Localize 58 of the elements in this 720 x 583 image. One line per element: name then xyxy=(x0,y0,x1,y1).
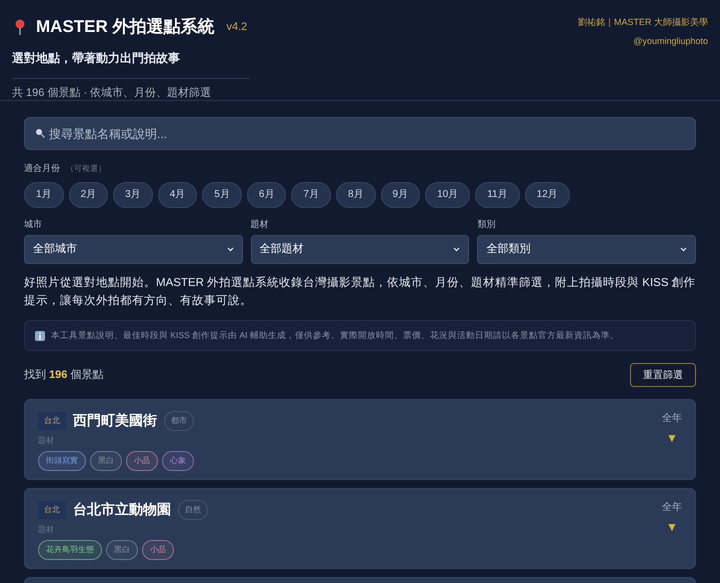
topic-tag: 黑白 xyxy=(106,540,138,560)
season-label: 全年 xyxy=(662,501,682,515)
reset-button[interactable]: 重置篩選 xyxy=(630,363,696,387)
season-label: 全年 xyxy=(662,412,682,426)
category-badge: 自然 xyxy=(178,500,208,520)
topic-tag: 黑白 xyxy=(90,451,122,471)
notice-text: 本工具景點說明、最佳時段與 KISS 創作提示由 AI 輔助生成，僅供參考。實際開放時間、票價、花況與活動日期請以各景點官方最新資訊為準。 xyxy=(51,329,619,342)
author-handle: @youmingliuphoto xyxy=(633,34,708,48)
topic-tag: 街頭寫實 xyxy=(38,451,86,471)
filter-select[interactable]: 全部類別 xyxy=(477,235,696,264)
topic-tag: 小品 xyxy=(142,540,174,560)
filter-label: 類別 xyxy=(477,218,496,230)
topic-tag: 心象 xyxy=(162,451,194,471)
months-label: 適合月份 xyxy=(24,162,60,175)
filter-label: 城市 xyxy=(24,218,43,230)
expand-toggle[interactable]: ▼ xyxy=(666,429,678,447)
topic-label: 題材 xyxy=(38,435,55,447)
category-badge: 都市 xyxy=(164,410,194,430)
author-credit: 劉祐銘｜MASTER 大師攝影美學 xyxy=(578,16,708,30)
intro-paragraph: 好照片從選對地點開始。MASTER 外拍選點系統收錄台灣攝影景點，依城市、月份、題材精準篩選，附上拍攝時段與 KISS 創作提示，讓每次外拍都有方向、有故事可說。 xyxy=(24,275,696,309)
city-badge: 台北 xyxy=(38,500,66,518)
results-count: 找到 196 個景點 xyxy=(24,368,104,383)
months-hint: （可複選） xyxy=(66,162,106,175)
chevron-down-icon xyxy=(680,247,687,252)
map-pin-icon xyxy=(14,18,26,35)
app-title: MASTER 外拍選點系統 xyxy=(36,16,214,38)
spot-name: 台北市立動物園 xyxy=(73,500,171,519)
topic-tag: 小品 xyxy=(126,451,158,471)
chevron-down-icon xyxy=(453,247,460,252)
topic-label: 題材 xyxy=(38,524,55,536)
month-chip[interactable]: 8月 xyxy=(336,182,376,208)
subtitle: 選對地點，帶著動力出門拍故事 xyxy=(12,50,180,64)
expand-toggle[interactable]: ▼ xyxy=(666,518,678,536)
month-chip[interactable]: 9月 xyxy=(380,182,420,208)
month-chip[interactable]: 6月 xyxy=(246,182,286,208)
spot-card[interactable]: 台北 台北市立動物園 自然 題材 花卉鳥羽生態 黑白 小品 全年 ▼ xyxy=(24,488,696,569)
summary-text: 共 196 個景點 · 依城市、月份、題材篩選 xyxy=(12,86,212,100)
month-chip[interactable]: 10月 xyxy=(425,182,470,208)
month-chip[interactable]: 5月 xyxy=(202,182,242,208)
search-icon xyxy=(35,128,45,138)
filter-label: 題材 xyxy=(250,218,270,230)
month-chip[interactable]: 7月 xyxy=(291,182,331,208)
version-label: v4.2 xyxy=(226,20,248,34)
info-icon xyxy=(35,330,45,340)
month-chip[interactable]: 4月 xyxy=(158,182,198,208)
city-badge: 台北 xyxy=(38,412,66,430)
month-chip[interactable]: 3月 xyxy=(113,182,153,208)
month-chip[interactable]: 11月 xyxy=(475,182,520,208)
spot-card[interactable]: 台北 西門町美國街 都市 題材 街頭寫實 黑白 小品 心象 全年 ▼ xyxy=(24,399,696,480)
filter-select[interactable]: 全部城市 xyxy=(24,235,243,264)
filter-select[interactable]: 全部題材 xyxy=(250,235,470,264)
chevron-down-icon xyxy=(226,247,234,252)
spot-name: 西門町美國街 xyxy=(73,411,157,430)
topic-tag: 花卉鳥羽生態 xyxy=(38,540,102,560)
search-field[interactable]: 搜尋景點名稱或說明... xyxy=(24,117,696,150)
month-chip[interactable]: 1月 xyxy=(24,182,64,208)
month-chip[interactable]: 12月 xyxy=(524,182,570,208)
month-chip[interactable]: 2月 xyxy=(68,182,108,208)
